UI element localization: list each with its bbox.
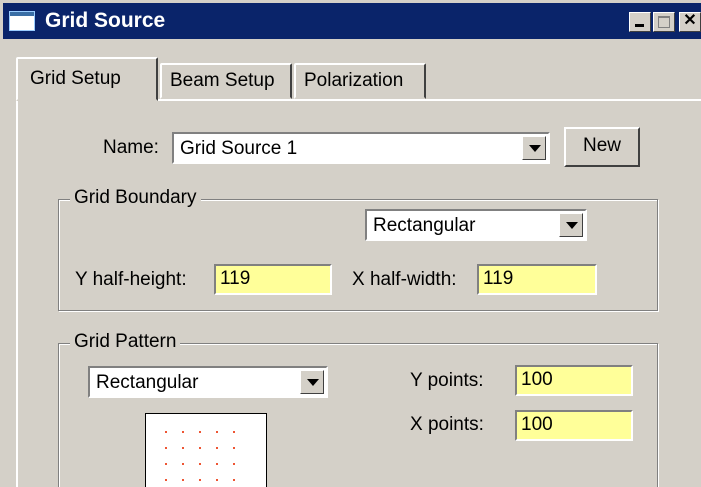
maximize-icon	[658, 16, 670, 28]
minimize-icon	[635, 24, 644, 27]
window-title: Grid Source	[45, 9, 166, 32]
maximize-button[interactable]	[653, 12, 675, 32]
tab-grid-setup[interactable]: Grid Setup	[16, 57, 158, 101]
close-button[interactable]: ✕	[679, 12, 701, 32]
tab-polarization[interactable]: Polarization	[294, 63, 426, 99]
minimize-button[interactable]	[629, 12, 651, 32]
window-icon	[9, 11, 35, 31]
tab-beam-setup[interactable]: Beam Setup	[160, 63, 292, 99]
title-bar[interactable]: Grid Source ✕	[3, 3, 701, 39]
close-icon: ✕	[683, 12, 697, 29]
grid-setup-panel	[16, 99, 701, 487]
grid-source-window: Grid Source ✕ Grid Setup Beam Setup Pola…	[0, 0, 701, 487]
